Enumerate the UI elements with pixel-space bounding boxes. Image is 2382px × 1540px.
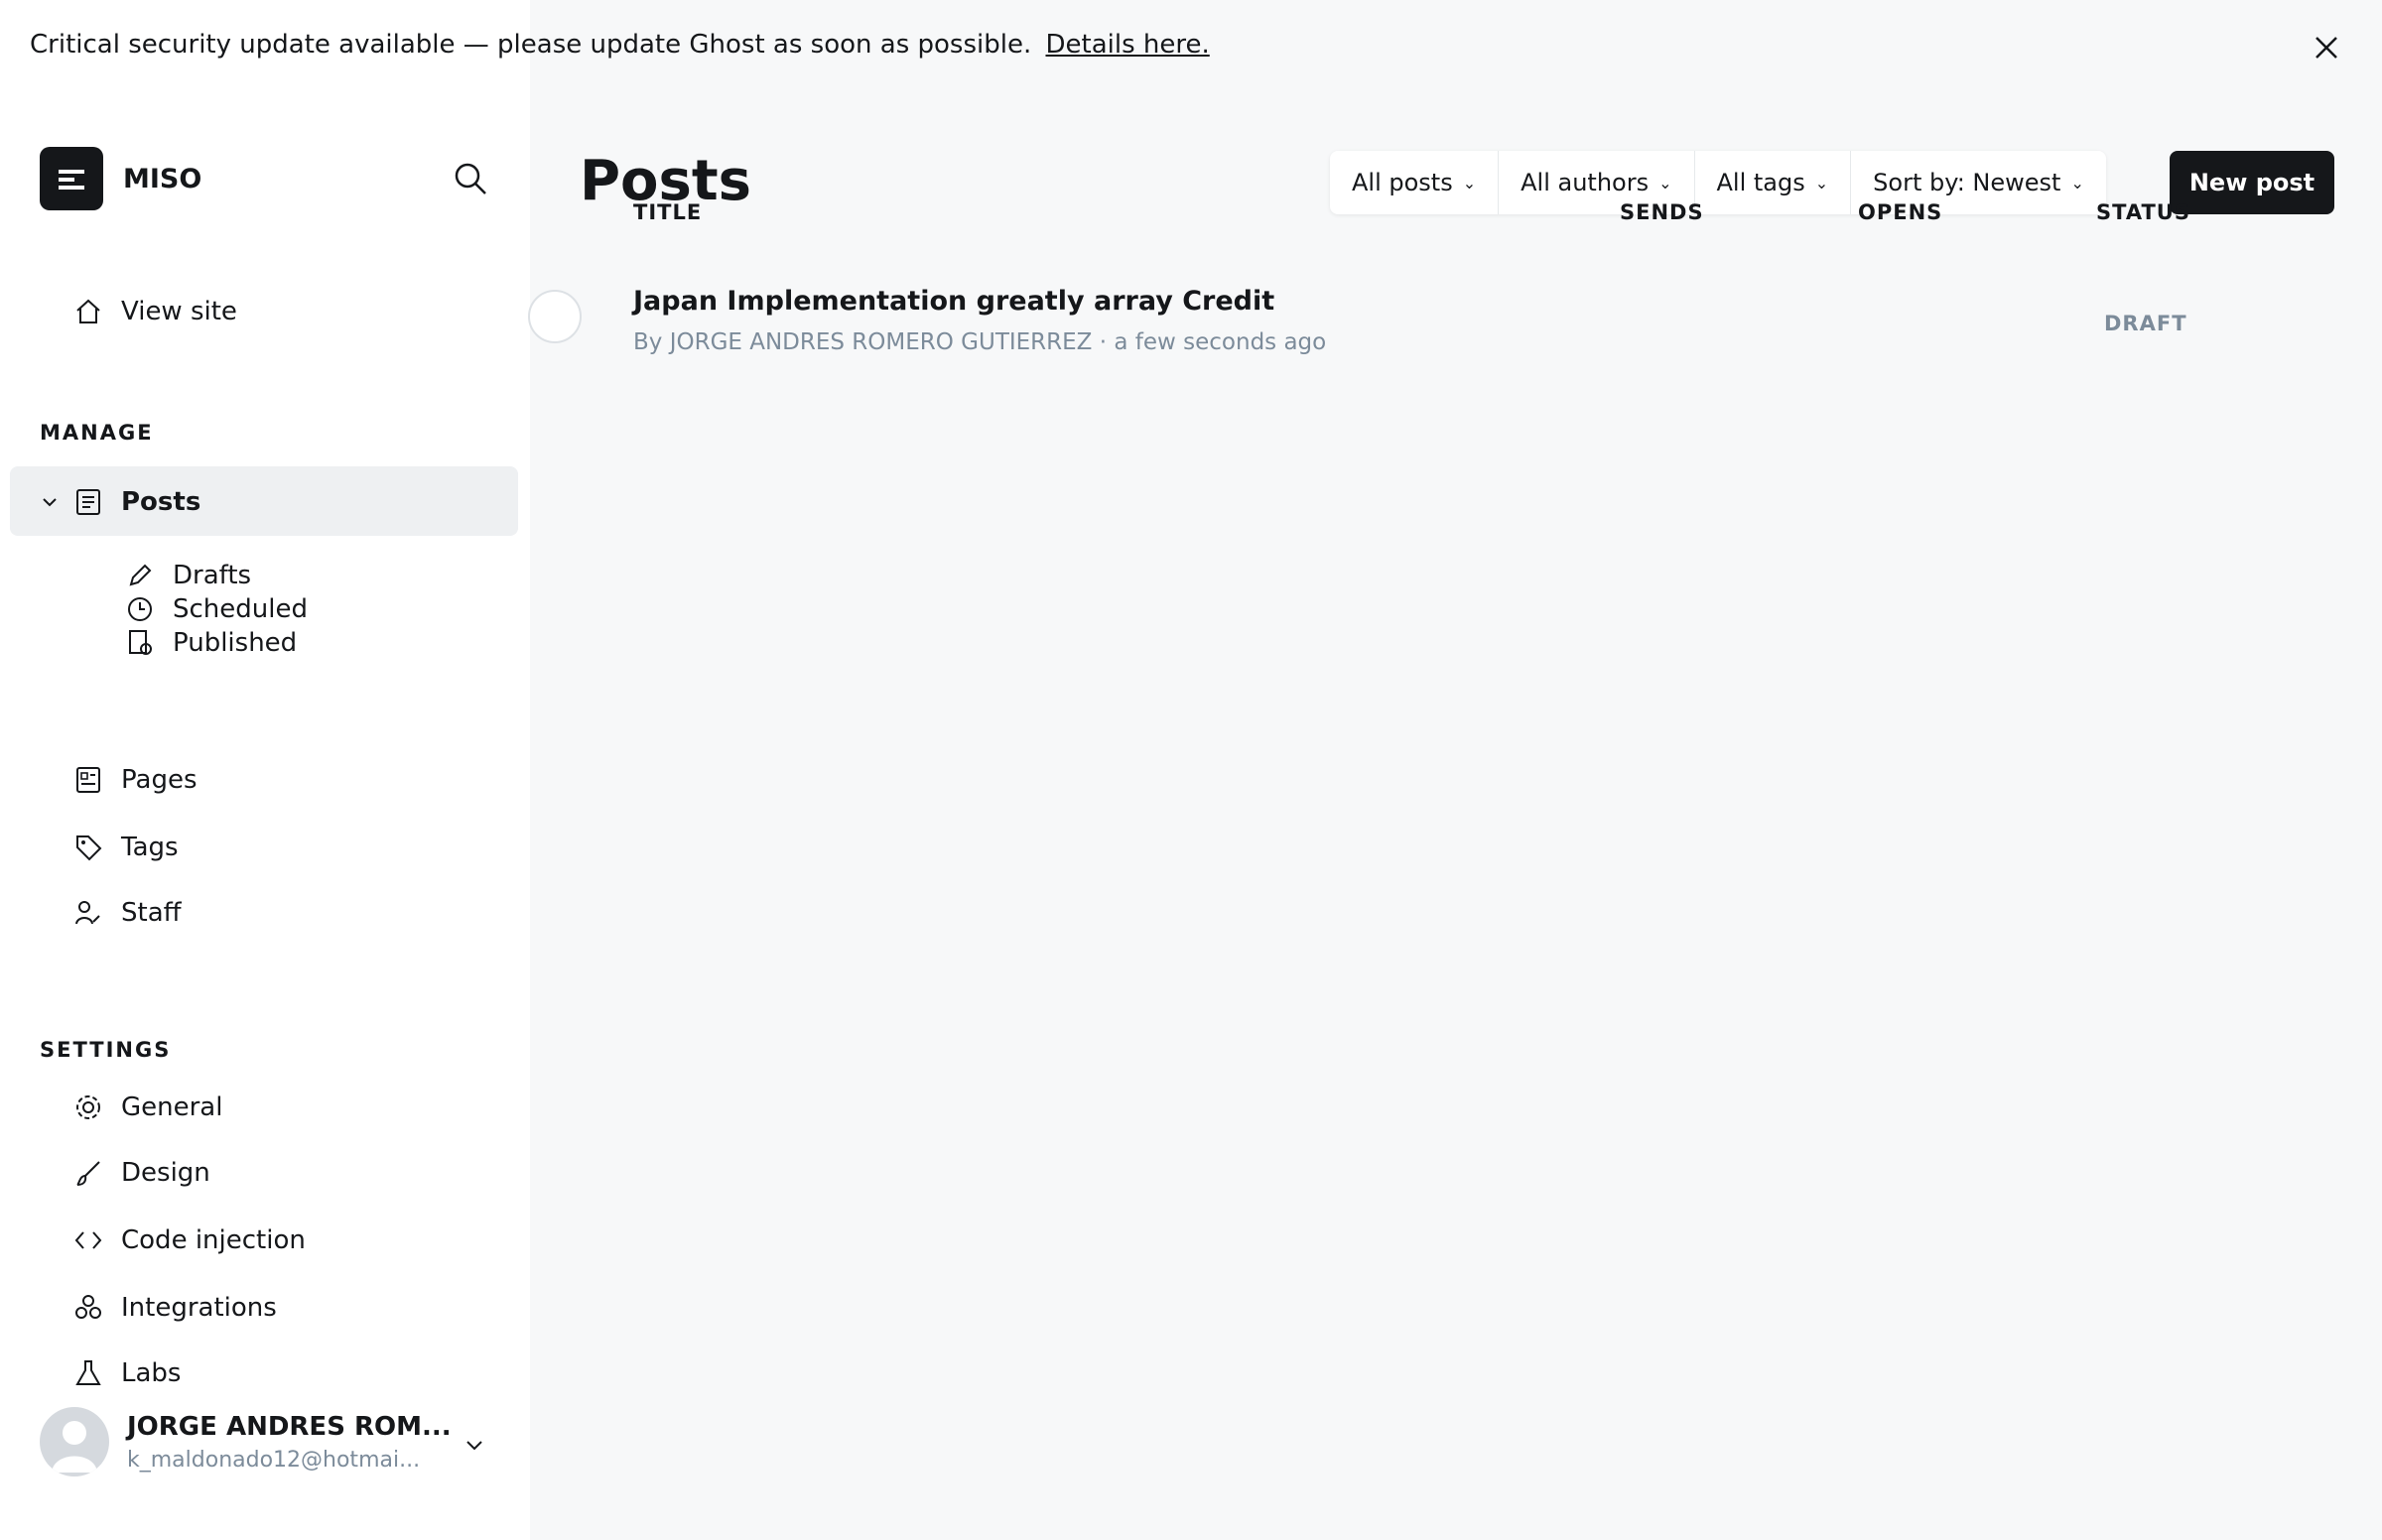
clock-icon [123,592,157,626]
user-icon [52,1421,97,1473]
column-status: STATUS [2096,200,2190,224]
brand[interactable]: MISO [40,147,201,210]
pages-icon [71,763,105,797]
nav-posts-label: Posts [121,487,201,517]
post-meta: By JORGE ANDRES ROMERO GUTIERREZ · a few… [633,329,1327,355]
nav-staff-label: Staff [121,898,182,928]
column-sends: SENDS [1620,200,1704,224]
gear-icon [71,1091,105,1124]
home-icon [71,295,105,328]
flask-icon [71,1356,105,1390]
brand-logo [40,147,103,210]
column-title: TITLE [633,200,703,224]
new-post-button[interactable]: New post [2170,151,2334,214]
banner-text: Critical security update available — ple… [30,30,1032,60]
nav-general-label: General [121,1092,223,1122]
integrations-icon [71,1291,105,1325]
nav-posts[interactable]: Posts [71,482,200,522]
filter-authors-label: All authors [1521,169,1650,196]
nav-tags-label: Tags [121,833,179,862]
chevron-down-icon: ⌄ [2070,173,2084,192]
nav-pages-label: Pages [121,765,198,795]
user-name: JORGE ANDRES ROM... [127,1411,452,1442]
nav-design[interactable]: Design [71,1153,210,1193]
nav-scheduled-label: Scheduled [173,594,308,624]
sidebar: MISO View site MANAGE Posts Drafts Sched… [0,0,530,1540]
brand-name: MISO [123,163,202,194]
nav-labs[interactable]: Labs [71,1353,181,1393]
nav-staff[interactable]: Staff [71,893,182,933]
chevron-down-icon: ⌄ [1658,173,1672,192]
nav-published-label: Published [173,628,298,658]
nav-integrations-label: Integrations [121,1293,277,1323]
banner-details-link[interactable]: Details here. [1045,30,1209,60]
nav-code-injection[interactable]: Code injection [71,1220,306,1260]
nav-view-site[interactable]: View site [71,292,237,331]
post-filters: All posts ⌄ All authors ⌄ All tags ⌄ Sor… [1330,151,2106,214]
nav-design-label: Design [121,1158,210,1188]
filter-post-type[interactable]: All posts ⌄ [1330,151,1500,214]
nav-general[interactable]: General [71,1088,222,1127]
logo-icon [59,170,84,190]
published-icon [123,626,157,660]
row-select-checkbox[interactable] [528,290,582,343]
nav-view-site-label: View site [121,297,237,326]
user-email: k_maldonado12@hotmai... [127,1447,421,1473]
chevron-down-icon[interactable] [40,492,60,512]
nav-code-injection-label: Code injection [121,1225,306,1255]
nav-integrations[interactable]: Integrations [71,1288,277,1328]
nav-pages[interactable]: Pages [71,760,198,800]
security-banner: Critical security update available — ple… [30,30,1210,60]
code-icon [71,1223,105,1257]
status-badge: DRAFT [2104,312,2187,335]
close-icon[interactable] [2313,34,2340,62]
post-title[interactable]: Japan Implementation greatly array Credi… [633,286,1274,317]
chevron-down-icon: ⌄ [1814,173,1829,192]
nav-drafts-label: Drafts [173,561,252,590]
brush-icon [71,1156,105,1190]
filter-tags[interactable]: All tags ⌄ [1695,151,1852,214]
nav-published[interactable]: Published [123,623,297,663]
avatar [40,1407,109,1476]
filter-tags-label: All tags [1716,169,1805,196]
section-settings: SETTINGS [40,1038,172,1062]
tag-icon [71,831,105,864]
staff-icon [71,896,105,930]
filter-post-type-label: All posts [1352,169,1453,196]
chevron-down-icon[interactable] [463,1433,486,1457]
column-opens: OPENS [1858,200,1943,224]
nav-tags[interactable]: Tags [71,828,179,867]
posts-icon [71,485,105,519]
filter-sort-label: Sort by: Newest [1873,169,2061,196]
search-icon[interactable] [453,161,488,196]
chevron-down-icon: ⌄ [1462,173,1477,192]
section-manage: MANAGE [40,421,154,445]
user-menu[interactable]: JORGE ANDRES ROM... k_maldonado12@hotmai… [40,1407,452,1476]
table-row[interactable]: Japan Implementation greatly array Credi… [528,260,2382,369]
nav-labs-label: Labs [121,1358,182,1388]
main-content [530,0,2382,1540]
pencil-icon [123,559,157,592]
